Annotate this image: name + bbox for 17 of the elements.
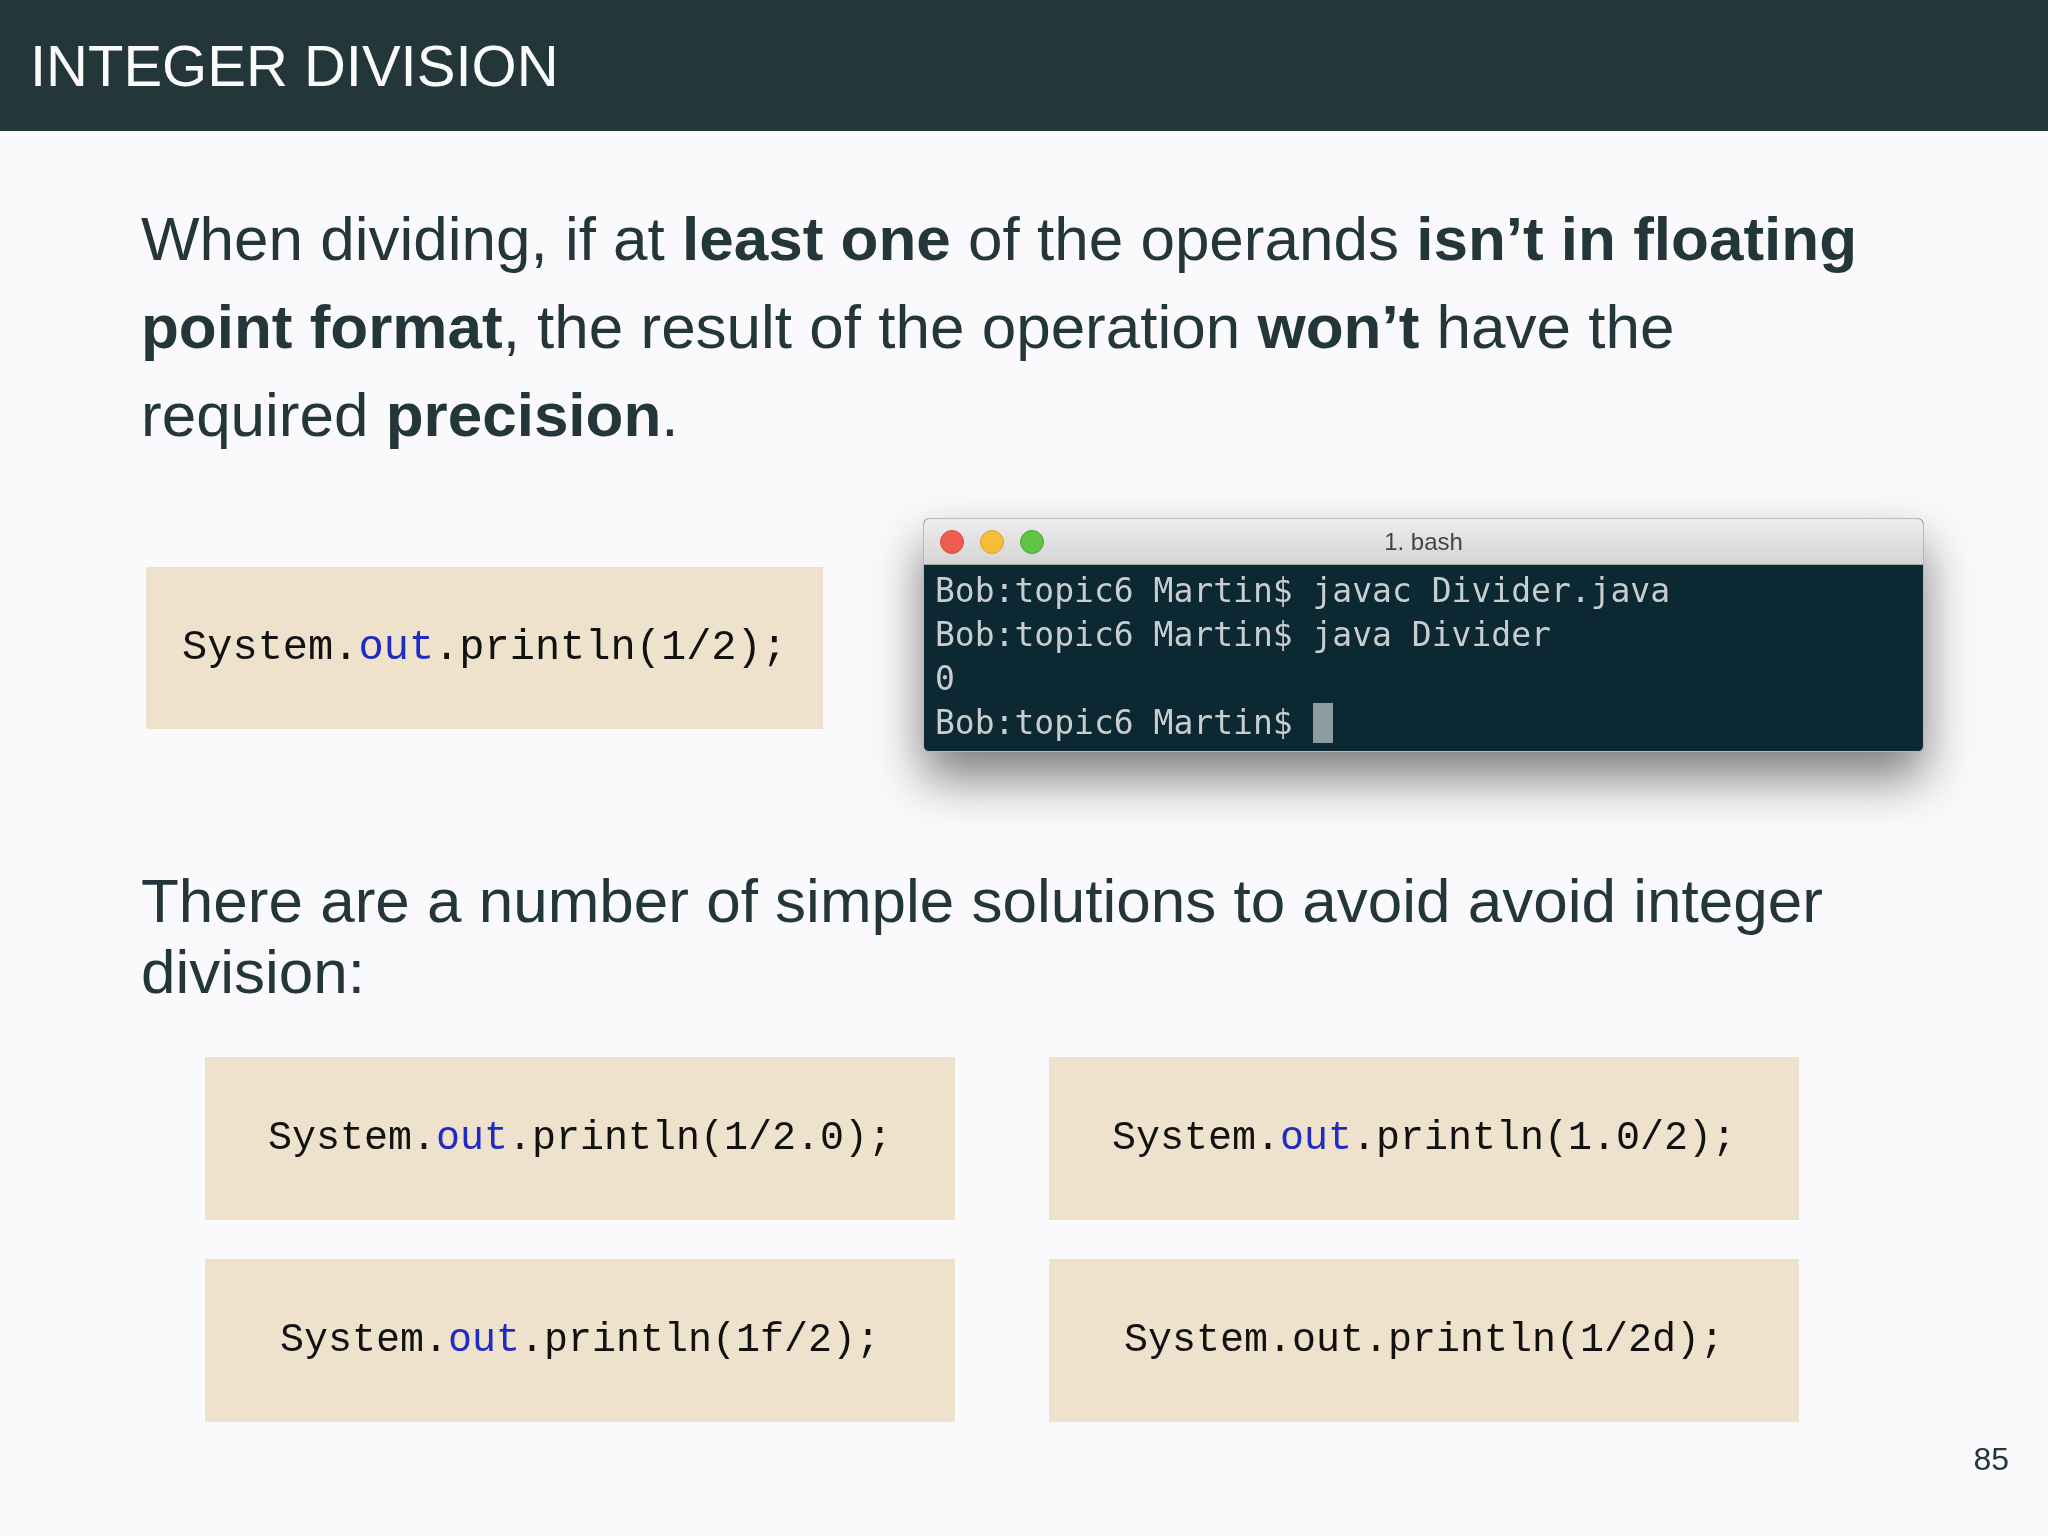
code-line: System.out.println(1/2); bbox=[182, 622, 787, 674]
page-number: 85 bbox=[1973, 1440, 2009, 1479]
solutions-paragraph: There are a number of simple solutions to avoid avoid integer division: bbox=[141, 865, 1824, 1007]
window-maximize-icon[interactable] bbox=[1020, 530, 1044, 554]
window-close-icon[interactable] bbox=[940, 530, 964, 554]
slide-title: INTEGER DIVISION bbox=[30, 36, 559, 95]
code-line: System.out.println(1.0/2); bbox=[1111, 1114, 1737, 1163]
terminal-line: Bob:topic6 Martin$ java Divider bbox=[935, 614, 1551, 656]
intro-paragraph: When dividing, if at least one of the operands isn’t in floating point format, the result of the operation won’t have the required precision. bbox=[141, 203, 1858, 451]
code-line: System.out.println(1f/2); bbox=[279, 1316, 881, 1365]
terminal-line: 0 bbox=[935, 658, 955, 700]
code-line: System.out.println(1/2.0); bbox=[267, 1114, 893, 1163]
window-minimize-icon[interactable] bbox=[980, 530, 1004, 554]
terminal-title: 1. bash bbox=[1384, 526, 1463, 557]
code-line: System.out.println(1/2d); bbox=[1123, 1316, 1725, 1365]
terminal-line: Bob:topic6 Martin$ bbox=[935, 702, 1293, 744]
terminal-line: Bob:topic6 Martin$ javac Divider.java bbox=[935, 570, 1671, 612]
